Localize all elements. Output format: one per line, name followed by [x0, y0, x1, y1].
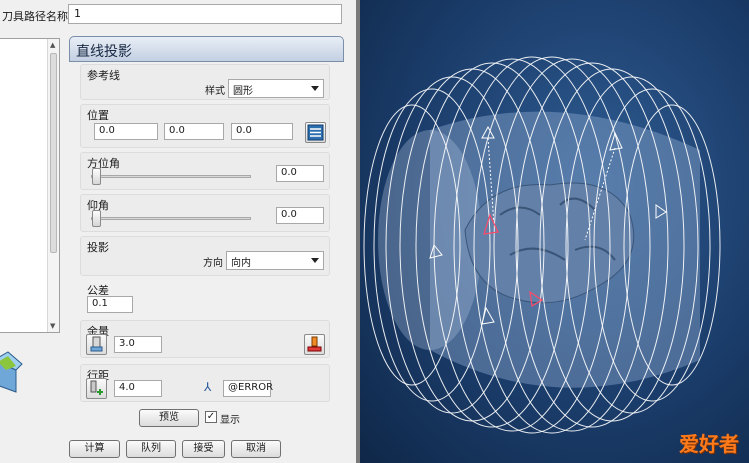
queue-button[interactable]: 队列 — [126, 440, 176, 458]
stepover-input[interactable]: 4.0 — [114, 380, 162, 397]
list-grid-icon — [307, 124, 324, 141]
toolpath-tree-list[interactable]: ▲ ▼ — [0, 38, 60, 333]
azimuth-group: 方位角 0.0 — [80, 152, 330, 190]
elevation-slider-track[interactable] — [91, 217, 251, 220]
direction-select[interactable]: 向内 — [226, 251, 324, 270]
stepover-icon — [90, 380, 103, 395]
stepover-expression-field[interactable]: @ERROR — [223, 380, 273, 397]
position-group-label: 位置 — [87, 109, 109, 122]
tree-scrollbar[interactable]: ▲ ▼ — [47, 39, 59, 332]
link-icon[interactable]: ⅄ — [204, 380, 211, 394]
position-x-input[interactable]: 0.0 — [94, 123, 158, 140]
compute-button[interactable]: 计算 — [69, 440, 120, 458]
watermark-logo: 爱好者 — [679, 432, 739, 456]
3d-scene — [363, 56, 721, 434]
reference-group: 参考线 样式 圆形 — [80, 64, 330, 100]
direction-label: 方向 — [203, 258, 223, 269]
azimuth-slider-track[interactable] — [91, 175, 251, 178]
elevation-group: 仰角 0.0 — [80, 194, 330, 232]
show-checkbox[interactable]: ✓ — [205, 411, 217, 423]
component-allowance-icon — [307, 336, 322, 352]
show-label: 显示 — [220, 415, 240, 426]
tool-allowance-icon — [90, 336, 103, 352]
tolerance-input[interactable]: 0.1 — [87, 296, 133, 313]
direction-select-value: 向内 — [231, 258, 251, 269]
preview-button[interactable]: 预览 — [139, 409, 199, 427]
azimuth-slider-thumb[interactable] — [92, 168, 101, 185]
elevation-input[interactable]: 0.0 — [276, 207, 324, 224]
allowance-component-button[interactable] — [304, 334, 325, 355]
allowance-group: 余量 3.0 — [80, 320, 330, 358]
style-select-value: 圆形 — [233, 86, 253, 97]
toolpath-name-label: 刀具路径名称 — [2, 10, 68, 23]
panel-title: 直线投影 — [69, 36, 344, 62]
projection-group: 投影 方向 向内 — [80, 236, 330, 276]
projection-group-label: 投影 — [87, 241, 109, 254]
stepover-button[interactable] — [86, 378, 107, 399]
tool-preview-icon — [0, 351, 23, 393]
stepover-group: 行距 4.0 ⅄ @ERROR — [80, 364, 330, 402]
position-y-input[interactable]: 0.0 — [164, 123, 224, 140]
elevation-slider-thumb[interactable] — [92, 210, 101, 227]
allowance-button[interactable] — [86, 334, 107, 355]
style-select[interactable]: 圆形 — [228, 79, 324, 98]
reference-group-label: 参考线 — [87, 69, 120, 82]
position-pick-button[interactable] — [305, 122, 326, 143]
accept-button[interactable]: 接受 — [182, 440, 225, 458]
scroll-thumb[interactable] — [50, 53, 57, 253]
scroll-down-icon[interactable]: ▼ — [50, 322, 55, 330]
position-group: 位置 0.0 0.0 0.0 — [80, 104, 330, 148]
scroll-up-icon[interactable]: ▲ — [50, 41, 55, 49]
cancel-button[interactable]: 取消 — [231, 440, 281, 458]
projection-dialog: 刀具路径名称 1 ▲ ▼ 直线投影 参考线 样式 圆形 位置 0.0 0.0 0… — [0, 0, 356, 463]
azimuth-input[interactable]: 0.0 — [276, 165, 324, 182]
toolpath-name-input[interactable]: 1 — [68, 4, 342, 24]
chevron-down-icon — [311, 86, 319, 91]
allowance-input[interactable]: 3.0 — [114, 336, 162, 353]
position-z-input[interactable]: 0.0 — [231, 123, 293, 140]
graphics-viewport[interactable]: 爱好者 — [360, 0, 749, 463]
chevron-down-icon — [311, 258, 319, 263]
style-label: 样式 — [205, 86, 225, 97]
